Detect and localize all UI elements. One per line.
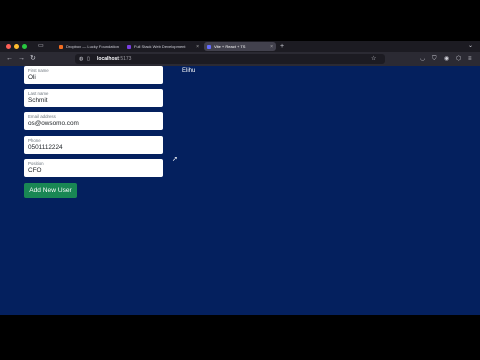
url-text[interactable]: localhost:5173 (97, 54, 131, 64)
browser-tab-2[interactable]: Full Stack Web Development × (124, 42, 202, 51)
account-icon[interactable]: ◉ (444, 54, 449, 64)
field-value[interactable]: os@owsomo.com (28, 120, 79, 127)
pocket-icon[interactable]: ◡ (420, 54, 425, 64)
shield-icon[interactable]: ⛉ (432, 54, 437, 64)
url-bar[interactable]: ◍ ▯ localhost:5173 ☆ (75, 54, 385, 64)
tab-overview-icon[interactable]: ▭ (38, 42, 44, 51)
page-icon: ▯ (87, 56, 90, 62)
field-label: Email address (28, 114, 56, 119)
app-page: First name Oli Last name Schmit Email ad… (0, 66, 480, 315)
menu-icon[interactable]: ≡ (468, 54, 472, 64)
site-info-icon[interactable]: ◍ (79, 54, 83, 64)
field-value[interactable]: Oli (28, 74, 36, 81)
close-icon[interactable]: × (270, 44, 273, 50)
extensions-icon[interactable]: ⬡ (456, 54, 461, 64)
minimize-window-button[interactable] (14, 44, 19, 49)
add-new-user-button[interactable]: Add New User (24, 183, 77, 198)
browser-nav-bar: ← → ↻ ◍ ▯ localhost:5173 ☆ ◡ ⛉ ◉ ⬡ ≡ (0, 52, 480, 66)
reload-icon[interactable]: ↻ (30, 54, 36, 64)
field-value[interactable]: CFO (28, 167, 42, 174)
position-field[interactable]: Position CFO (24, 159, 163, 177)
first-name-field[interactable]: First name Oli (24, 66, 163, 84)
chevron-down-icon[interactable]: ⌄ (468, 42, 473, 51)
phone-field[interactable]: Phone 0501112224 (24, 136, 163, 154)
field-value[interactable]: Schmit (28, 97, 48, 104)
user-list-item[interactable]: Elihu (182, 68, 195, 74)
field-label: First name (28, 68, 49, 73)
field-label: Last name (28, 91, 49, 96)
last-name-field[interactable]: Last name Schmit (24, 89, 163, 107)
tab-title: Full Stack Web Development (134, 44, 186, 49)
favicon-icon (59, 44, 63, 49)
favicon-icon (127, 44, 131, 49)
field-label: Phone (28, 138, 41, 143)
field-value[interactable]: 0501112224 (28, 144, 63, 151)
browser-tab-1[interactable]: Dropbox — Lucky Foundation × (56, 42, 122, 51)
close-icon[interactable]: × (196, 44, 199, 50)
favicon-icon (207, 44, 211, 49)
field-label: Position (28, 161, 44, 166)
tab-title: Dropbox — Lucky Foundation (66, 44, 119, 49)
plus-icon[interactable]: + (280, 42, 284, 51)
zoom-window-button[interactable] (22, 44, 27, 49)
forward-arrow-icon[interactable]: → (18, 54, 25, 64)
browser-tab-bar: ▭ Dropbox — Lucky Foundation × Full Stac… (0, 41, 480, 52)
back-arrow-icon[interactable]: ← (6, 54, 13, 64)
email-field[interactable]: Email address os@owsomo.com (24, 112, 163, 130)
browser-tab-3-active[interactable]: Vite + React + TS × (204, 42, 276, 51)
close-window-button[interactable] (6, 44, 11, 49)
mouse-cursor-icon: ➚ (172, 156, 178, 163)
screen: ▭ Dropbox — Lucky Foundation × Full Stac… (0, 0, 480, 360)
bookmark-star-icon[interactable]: ☆ (371, 54, 376, 64)
tab-title: Vite + React + TS (214, 44, 246, 49)
